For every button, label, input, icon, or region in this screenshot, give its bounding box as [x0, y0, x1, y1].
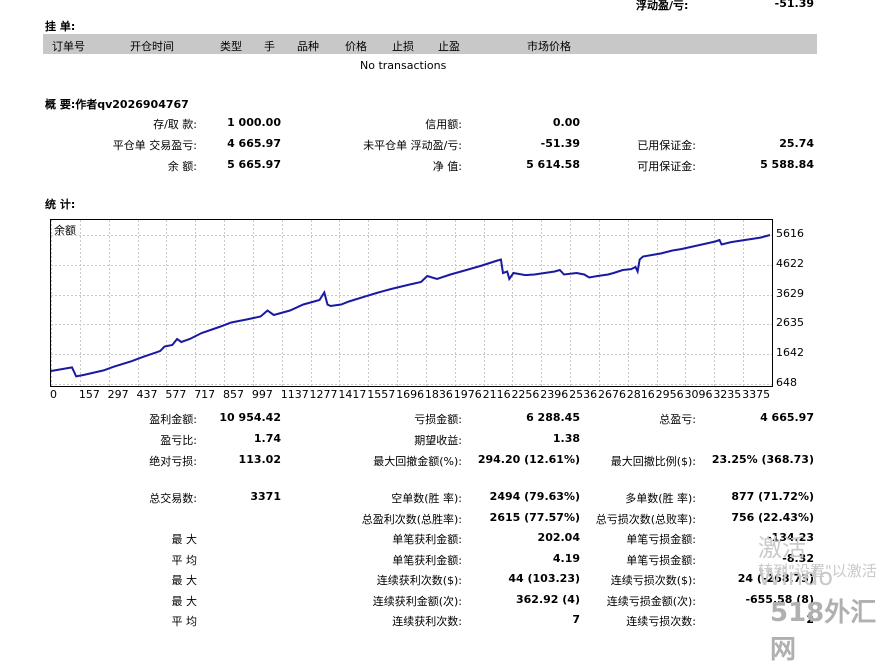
col-take-profit: 止盈: [438, 40, 460, 53]
x-tick-label: 437: [136, 388, 158, 401]
stat-label: 最 大: [171, 574, 198, 587]
site-watermark: 518外汇网: [770, 598, 877, 665]
y-tick-label: 4622: [776, 256, 804, 270]
x-tick-label: 717: [194, 388, 216, 401]
summary-value: 4 665.97: [227, 137, 281, 150]
stat-value: 756 (22.43%): [731, 510, 814, 524]
balance-chart: 余额: [50, 219, 773, 387]
x-tick-label: 2536: [569, 388, 598, 401]
summary-value: 1 000.00: [227, 116, 281, 129]
summary-value: 5 588.84: [760, 158, 814, 171]
summary-value: 25.74: [779, 137, 814, 150]
stat-value: 23.25% (368.73): [711, 453, 814, 466]
top-float-value: -51.39: [774, 0, 814, 10]
stat-label: 平 均: [171, 553, 198, 567]
x-tick-label: 3375: [742, 388, 771, 401]
stat-label: 最 大: [171, 533, 198, 546]
x-tick-label: 2396: [540, 388, 569, 401]
stats-title: 统 计:: [45, 198, 76, 211]
x-tick-label: 3235: [713, 388, 742, 401]
x-tick-label: 2816: [626, 388, 655, 401]
chart-title: 余额: [54, 224, 76, 237]
y-tick-label: 648: [776, 376, 797, 389]
stat-value: 3371: [250, 490, 281, 503]
col-order-id: 订单号: [52, 40, 85, 53]
x-tick-label: 0: [50, 388, 57, 401]
y-tick-label: 3629: [776, 286, 804, 300]
x-tick-label: 157: [78, 388, 100, 401]
col-lots: 手: [264, 40, 275, 53]
stat-value: 1.38: [552, 432, 580, 445]
y-tick-label: 1642: [776, 346, 804, 360]
summary-value: 0.00: [552, 116, 580, 129]
x-tick-label: 1976: [453, 388, 482, 401]
x-tick-label: 1836: [424, 388, 453, 401]
stat-value: 877 (71.72%): [731, 490, 814, 503]
summary-value: 5 665.97: [227, 158, 281, 171]
x-tick-label: 2676: [597, 388, 626, 401]
col-symbol: 品种: [297, 40, 319, 53]
orders-title: 挂 单:: [45, 20, 76, 33]
x-tick-label: 997: [251, 388, 273, 401]
x-tick-label: 3096: [684, 388, 713, 401]
x-tick-label: 1277: [309, 388, 338, 401]
x-tick-label: 1557: [367, 388, 396, 401]
x-tick-label: 2256: [511, 388, 540, 401]
balance-chart-svg: [51, 220, 772, 386]
orders-empty-text: No transactions: [360, 59, 447, 72]
x-tick-label: 857: [223, 388, 245, 401]
x-tick-label: 297: [107, 388, 129, 401]
x-tick-label: 1137: [280, 388, 309, 401]
stat-value: 4 665.97: [760, 411, 814, 424]
col-price: 价格: [345, 40, 367, 53]
x-tick-label: 1696: [396, 388, 425, 401]
col-open-time: 开仓时间: [130, 40, 174, 53]
col-stop-loss: 止损: [392, 40, 414, 53]
x-tick-label: 577: [165, 388, 187, 401]
activation-watermark-sub: 转到"设置"以激活: [758, 562, 877, 580]
top-float-label: 浮动盈/亏:: [636, 0, 689, 12]
stat-value: 1.74: [253, 432, 281, 445]
stat-value: 10 954.42: [219, 411, 281, 424]
balance-line: [51, 234, 771, 378]
summary-title: 概 要:作者qv2026904767: [45, 98, 189, 111]
orders-header-bar: 订单号 开仓时间 类型 手 品种 价格 止损 止盈 市场价格: [43, 34, 817, 54]
stat-label: 最 大: [171, 594, 198, 608]
y-tick-label: 2635: [776, 316, 804, 330]
x-tick-label: 2956: [655, 388, 684, 401]
stat-value: 113.02: [238, 453, 281, 466]
x-tick-label: 2116: [482, 388, 511, 401]
col-market-price: 市场价格: [527, 40, 571, 53]
col-type: 类型: [220, 40, 242, 53]
x-tick-label: 1417: [338, 388, 367, 401]
y-tick-label: 5616: [776, 227, 804, 240]
stat-label: 平 均: [171, 615, 198, 628]
